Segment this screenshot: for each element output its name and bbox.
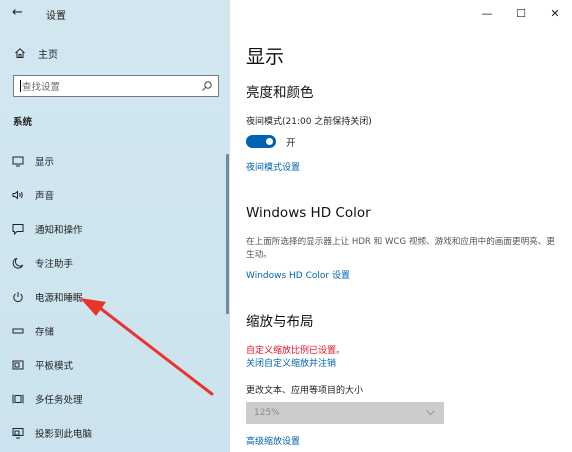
sidebar-item-label: 通知和操作	[35, 225, 83, 236]
advanced-scaling-link[interactable]: 高级缩放设置	[246, 434, 300, 447]
scale-value: 125%	[254, 408, 280, 418]
sidebar-item-label: 存储	[35, 327, 55, 338]
hdr-settings-link[interactable]: Windows HD Color 设置	[246, 268, 350, 281]
night-light-settings-link[interactable]: 夜间模式设置	[246, 160, 300, 173]
brightness-heading: 亮度和颜色	[246, 85, 314, 101]
power-icon	[13, 292, 23, 302]
main-panel: — ☐ ✕ 显示 亮度和颜色 夜间模式(21:00 之前保持关闭) 开 夜间模式…	[230, 0, 572, 452]
search-icon[interactable]	[201, 80, 213, 92]
size-label: 更改文本、应用等项目的大小	[246, 386, 364, 396]
sidebar-item-label: 平板模式	[35, 361, 74, 372]
sidebar-item-storage[interactable]: 存储	[0, 318, 226, 344]
custom-scale-warning: 自定义缩放比例已设置。	[246, 346, 346, 356]
sidebar-item-notifications[interactable]: 通知和操作	[0, 216, 226, 242]
sidebar-item-label: 显示	[35, 157, 55, 168]
night-light-toggle[interactable]	[246, 135, 276, 148]
sidebar-item-label: 声音	[35, 191, 55, 202]
sidebar-scrollbar[interactable]	[226, 154, 229, 314]
sidebar-item-project[interactable]: 投影到此电脑	[0, 420, 226, 446]
sidebar-item-focus-assist[interactable]: 专注助手	[0, 250, 226, 276]
home-label: 主页	[38, 49, 58, 61]
disable-custom-scale-link[interactable]: 关闭自定义缩放并注销	[246, 356, 336, 369]
speaker-icon	[12, 190, 23, 200]
sidebar-item-tablet-mode[interactable]: 平板模式	[0, 352, 226, 378]
maximize-button[interactable]: ☐	[504, 0, 538, 26]
section-label-system: 系统	[13, 117, 33, 128]
monitor-icon	[12, 156, 24, 167]
sidebar-item-label: 专注助手	[35, 259, 74, 270]
hdr-heading: Windows HD Color	[246, 205, 371, 221]
home-nav-item[interactable]: 主页	[14, 44, 58, 62]
scale-dropdown[interactable]: 125%	[246, 402, 444, 424]
hdr-description: 在上面所选择的显示器上让 HDR 和 WCG 视频、游戏和应用中的画面更明亮、更…	[246, 237, 555, 260]
project-icon	[12, 428, 24, 439]
scale-heading: 缩放与布局	[246, 314, 314, 330]
storage-icon	[12, 328, 24, 334]
back-arrow-icon[interactable]: ←	[12, 5, 23, 20]
sidebar-item-sound[interactable]: 声音	[0, 182, 226, 208]
close-button[interactable]: ✕	[538, 0, 572, 26]
search-input[interactable]: 查找设置	[13, 75, 219, 97]
notification-icon	[12, 224, 24, 235]
title-bar: ← 设置	[0, 0, 230, 26]
chevron-down-icon	[426, 410, 435, 416]
toggle-knob	[266, 138, 273, 145]
moon-icon	[12, 257, 24, 269]
sidebar-item-display[interactable]: 显示	[0, 148, 226, 174]
sidebar-item-label: 电源和睡眠	[35, 293, 83, 304]
sidebar-item-power-sleep[interactable]: 电源和睡眠	[0, 284, 226, 310]
sidebar-item-label: 投影到此电脑	[35, 429, 93, 440]
minimize-button[interactable]: —	[470, 0, 504, 26]
window-controls: — ☐ ✕	[470, 0, 572, 26]
toggle-state-label: 开	[286, 138, 296, 149]
text-caret	[20, 80, 21, 92]
window-title: 设置	[46, 11, 66, 22]
search-placeholder: 查找设置	[22, 82, 61, 93]
tablet-mode-icon	[12, 360, 24, 370]
multitasking-icon	[12, 394, 24, 404]
home-icon	[15, 48, 25, 58]
sidebar: ← 设置 主页 查找设置 系统 显示 声音 通知和操作 专注助手 电源和睡眠 存…	[0, 0, 230, 452]
page-title: 显示	[246, 46, 285, 68]
night-light-label: 夜间模式(21:00 之前保持关闭)	[246, 117, 372, 127]
sidebar-item-multitasking[interactable]: 多任务处理	[0, 386, 226, 412]
sidebar-item-label: 多任务处理	[35, 395, 83, 406]
